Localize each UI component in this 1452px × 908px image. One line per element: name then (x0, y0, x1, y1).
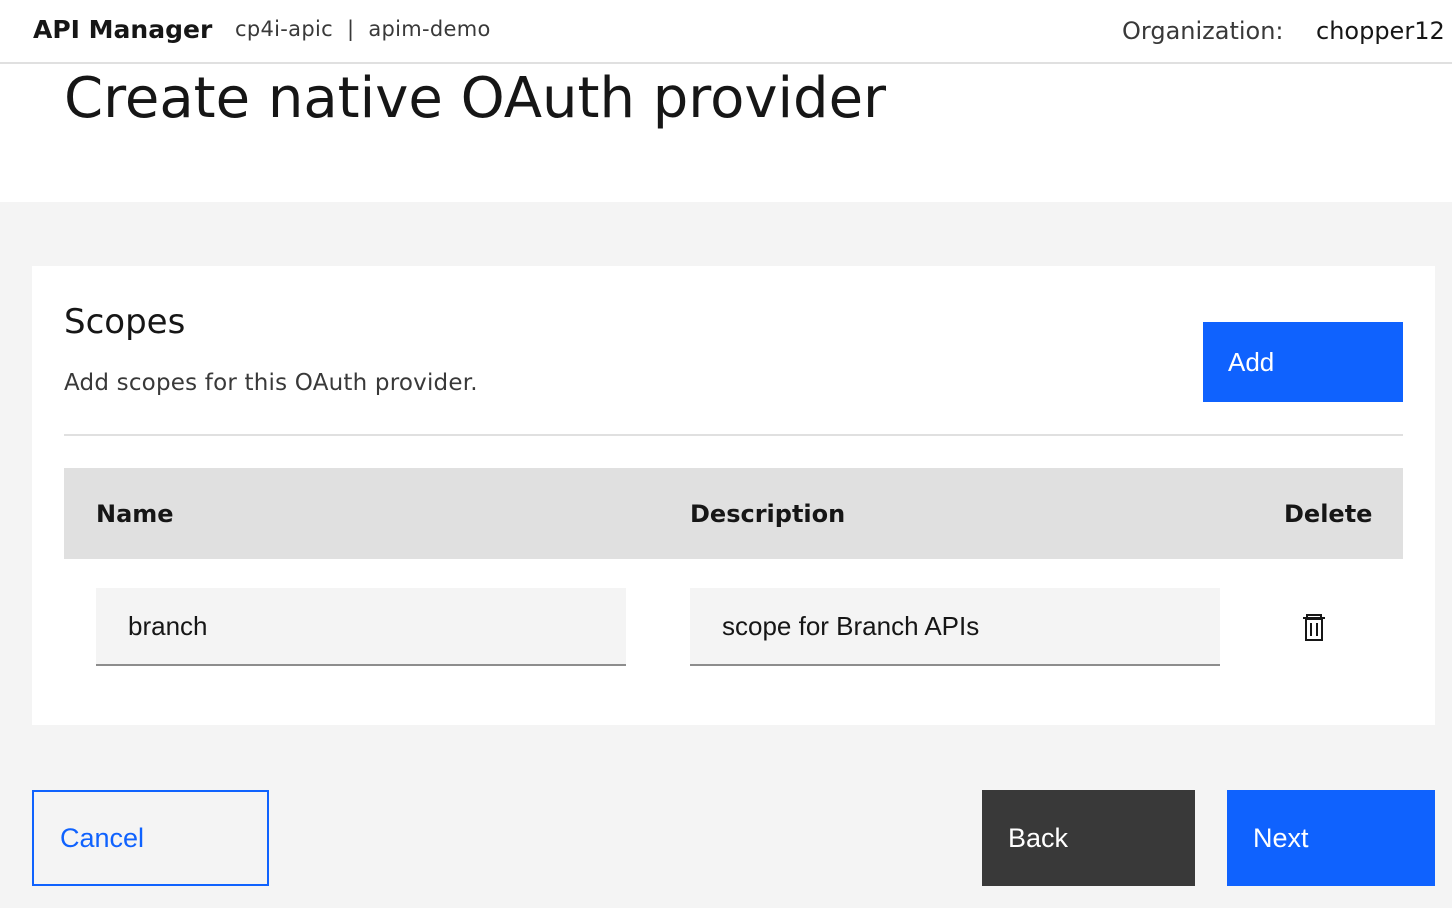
delete-scope-button[interactable] (1294, 608, 1334, 648)
page-title: Create native OAuth provider (64, 66, 887, 131)
back-button[interactable]: Back (982, 790, 1195, 886)
scopes-title: Scopes (64, 302, 186, 342)
scope-name-input[interactable] (96, 588, 626, 666)
column-header-delete: Delete (1284, 500, 1373, 528)
table-header: Name Description Delete (64, 468, 1403, 559)
breadcrumb-namespace: apim-demo (368, 17, 491, 41)
column-header-description: Description (690, 500, 846, 528)
trash-can-icon (1294, 614, 1334, 651)
cancel-button[interactable]: Cancel (32, 790, 269, 886)
scopes-description: Add scopes for this OAuth provider. (64, 370, 478, 396)
column-header-name: Name (96, 500, 174, 528)
organization-label: Organization: (1122, 17, 1284, 45)
next-button[interactable]: Next (1227, 790, 1435, 886)
scopes-card: Scopes Add scopes for this OAuth provide… (32, 266, 1435, 725)
scope-description-input[interactable] (690, 588, 1220, 666)
add-scope-button[interactable]: Add (1203, 322, 1403, 402)
breadcrumb: cp4i-apic | apim-demo (235, 17, 491, 41)
organization-selector[interactable]: chopper12 (1316, 17, 1445, 45)
breadcrumb-cluster: cp4i-apic (235, 17, 333, 41)
top-header: API Manager cp4i-apic | apim-demo Organiza… (0, 0, 1452, 64)
breadcrumb-separator: | (346, 17, 355, 41)
app-title[interactable]: API Manager (33, 15, 212, 44)
divider (64, 434, 1403, 436)
